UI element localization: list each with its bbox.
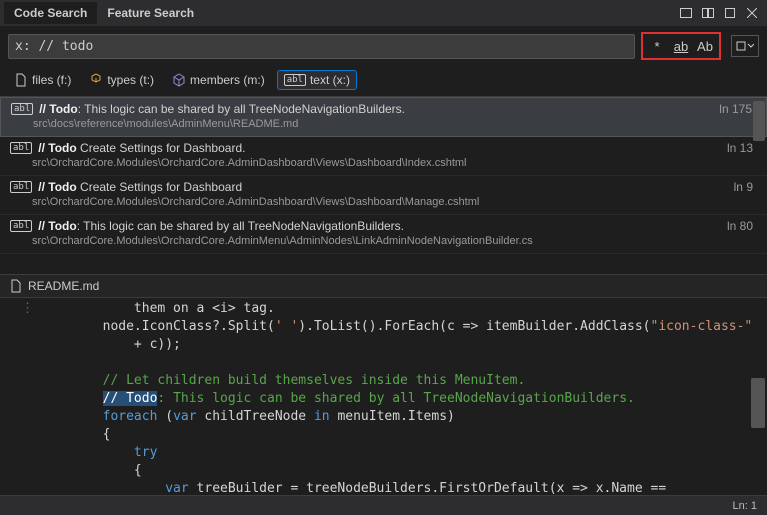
cursor-position: Ln: 1 <box>733 500 757 512</box>
gutter: ⋮ <box>0 298 40 495</box>
statusbar: Ln: 1 <box>0 495 767 515</box>
search-options-highlight: * ab Ab <box>641 32 721 60</box>
abl-icon: abl <box>284 74 306 86</box>
filter-types[interactable]: types (t:) <box>83 71 160 89</box>
cube-icon <box>172 73 186 87</box>
result-title: // Todo Create Settings for Dashboard. <box>38 141 721 155</box>
search-row: * ab Ab <box>0 26 767 66</box>
search-input[interactable] <box>8 34 635 59</box>
tab-code-search[interactable]: Code Search <box>4 2 97 24</box>
open-file-name: README.md <box>28 279 99 293</box>
search-result[interactable]: abl // Todo: This logic can be shared by … <box>0 97 767 137</box>
filter-label: types (t:) <box>107 73 154 87</box>
maximize-icon[interactable] <box>721 5 739 21</box>
wildcard-option[interactable]: * <box>646 35 668 57</box>
filter-label: files (f:) <box>32 73 71 87</box>
window-layout-icon[interactable] <box>677 5 695 21</box>
search-result[interactable]: abl // Todo Create Settings for Dashboard… <box>0 176 767 215</box>
result-line: ln 80 <box>727 219 757 233</box>
result-line: ln 13 <box>727 141 757 155</box>
code-scrollbar[interactable] <box>751 378 765 428</box>
result-title: // Todo Create Settings for Dashboard <box>38 180 727 194</box>
code-preview: ⋮ them on a <i> tag. node.IconClass?.Spl… <box>0 298 767 495</box>
filter-text[interactable]: abl text (x:) <box>277 70 357 90</box>
file-icon <box>14 73 28 87</box>
filter-members[interactable]: members (m:) <box>166 71 271 89</box>
abl-icon: abl <box>10 142 32 154</box>
result-path: src\docs\reference\modules\AdminMenu\REA… <box>11 118 756 130</box>
result-line: ln 175 <box>719 102 756 116</box>
window-split-icon[interactable] <box>699 5 717 21</box>
result-title: // Todo: This logic can be shared by all… <box>39 102 713 116</box>
abl-icon: abl <box>10 181 32 193</box>
filter-row: files (f:) types (t:) members (m:) abl t… <box>0 66 767 96</box>
abl-icon: abl <box>11 103 33 115</box>
result-line: ln 9 <box>734 180 757 194</box>
filter-label: members (m:) <box>190 73 265 87</box>
close-icon[interactable] <box>743 5 761 21</box>
view-dropdown[interactable] <box>731 35 759 57</box>
file-icon <box>10 279 22 293</box>
result-title: // Todo: This logic can be shared by all… <box>38 219 721 233</box>
titlebar: Code Search Feature Search <box>0 0 767 26</box>
filter-label: text (x:) <box>310 73 350 87</box>
whole-word-option[interactable]: ab <box>670 35 692 57</box>
abl-icon: abl <box>10 220 32 232</box>
results-list: abl // Todo: This logic can be shared by … <box>0 96 767 274</box>
search-result[interactable]: abl // Todo Create Settings for Dashboard… <box>0 137 767 176</box>
results-scrollbar[interactable] <box>753 101 765 141</box>
result-path: src\OrchardCore.Modules\OrchardCore.Admi… <box>10 157 757 169</box>
types-icon <box>89 73 103 87</box>
result-path: src\OrchardCore.Modules\OrchardCore.Admi… <box>10 196 757 208</box>
result-path: src\OrchardCore.Modules\OrchardCore.Admi… <box>10 235 757 247</box>
code-body[interactable]: them on a <i> tag. node.IconClass?.Split… <box>40 298 767 495</box>
match-case-option[interactable]: Ab <box>694 35 716 57</box>
search-result[interactable]: abl // Todo: This logic can be shared by … <box>0 215 767 254</box>
filter-files[interactable]: files (f:) <box>8 71 77 89</box>
file-header: README.md <box>0 274 767 298</box>
tab-feature-search[interactable]: Feature Search <box>97 2 204 24</box>
